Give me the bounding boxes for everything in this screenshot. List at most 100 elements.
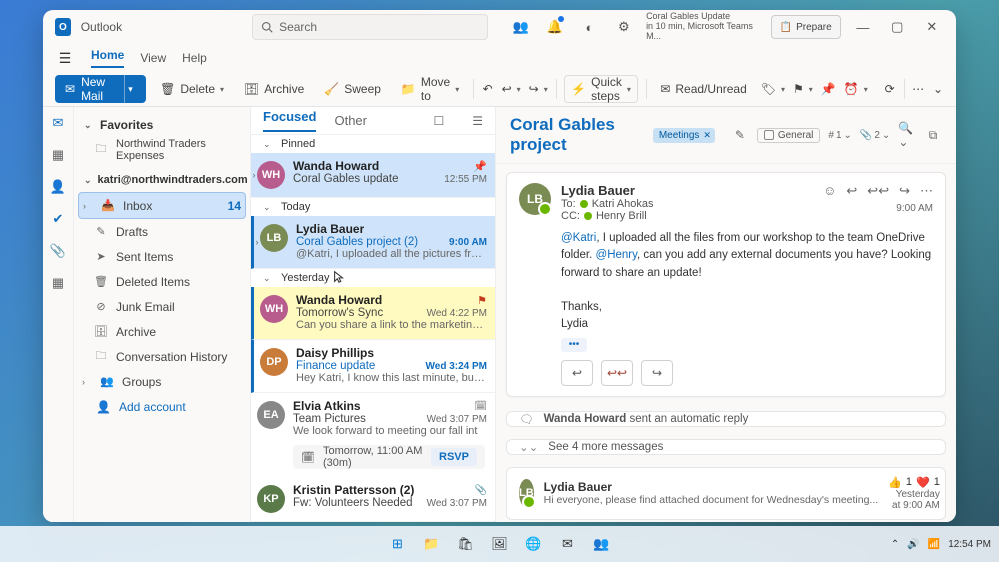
group-today[interactable]: ⌄ Today [251, 198, 495, 216]
todo-rail-icon[interactable]: ✔ [48, 209, 68, 229]
system-tray[interactable]: ⌃ 🔊 📶 12:54 PM [891, 539, 991, 550]
ribbon-chevron-icon[interactable]: ⌄ [932, 76, 944, 102]
replyall-icon[interactable]: ↩↩ [867, 183, 889, 199]
sound-icon[interactable]: 🔊 [907, 539, 919, 550]
folder-deleted[interactable]: 🗑 Deleted Items [78, 269, 246, 294]
hash-count[interactable]: # 1 ⌄ [828, 130, 852, 141]
folder-drafts[interactable]: ✎ Drafts [78, 219, 246, 244]
explorer-icon[interactable]: 📁 [419, 531, 445, 557]
delete-button[interactable]: 🗑 Delete ▾ [154, 76, 230, 102]
hamburger-icon[interactable]: ☰ [55, 50, 75, 67]
add-account-button[interactable]: 👤 Add account [78, 394, 246, 420]
reply-icon[interactable]: ↩ [846, 183, 857, 199]
teams-icon[interactable]: 👥 [589, 531, 615, 557]
pin-icon[interactable]: 📌 [473, 160, 487, 173]
sweep-button[interactable]: 🧹 Sweep [318, 76, 387, 102]
maximize-button[interactable]: ▢ [885, 13, 909, 41]
category-chip[interactable]: Meetings ✕ [653, 128, 715, 143]
chevron-down-icon[interactable]: ▾ [455, 85, 459, 94]
more-button[interactable]: ⋯ [912, 76, 924, 102]
wifi-icon[interactable]: 📶 [928, 539, 940, 550]
folder-nt-expenses[interactable]: 🗀 Northwind Traders Expenses [78, 137, 246, 162]
more-rail-icon[interactable]: ▦ [48, 273, 68, 293]
moveto-button[interactable]: 📁 Move to ▾ [395, 76, 465, 102]
chevron-down-icon[interactable]: ▾ [220, 85, 224, 94]
favorites-header[interactable]: ⌄ Favorites [78, 113, 246, 137]
flag-button[interactable]: ⚑▾ [793, 76, 813, 102]
calendar-rail-icon[interactable]: ▦ [48, 145, 68, 165]
select-all-icon[interactable]: ☐ [433, 114, 444, 128]
menu-view[interactable]: View [140, 51, 166, 65]
group-yesterday[interactable]: ⌄ Yesterday [251, 269, 495, 287]
archive-button[interactable]: 🗄 Archive [238, 76, 310, 102]
message-row[interactable]: EA Elvia Atkins 🗓 Team Pictures Wed 3:07… [251, 393, 495, 445]
rsvp-button[interactable]: RSVP [431, 448, 477, 466]
start-button[interactable]: ⊞ [385, 531, 411, 557]
forward-button[interactable]: ↪▾ [529, 76, 548, 102]
filter-icon[interactable]: ☰ [472, 114, 483, 128]
sync-button[interactable]: ⟳ [884, 76, 896, 102]
folder-junk[interactable]: ⊘ Junk Email [78, 294, 246, 319]
new-mail-chevron-icon[interactable]: ▾ [124, 75, 136, 103]
tray-chevron-icon[interactable]: ⌃ [891, 539, 899, 550]
translate-icon[interactable]: ✎ [731, 124, 749, 146]
snooze-button[interactable]: ⏰▾ [844, 76, 868, 102]
folder-inbox[interactable]: › 📥 Inbox 14 [78, 192, 246, 219]
files-rail-icon[interactable]: 📎 [48, 241, 68, 261]
collapsed-message[interactable]: LB Lydia Bauer Hi everyone, please find … [506, 467, 946, 520]
forward-button[interactable]: ↪ [641, 360, 673, 386]
meeting-reminder[interactable]: Coral Gables Update in 10 min, Microsoft… [646, 12, 755, 42]
readunread-button[interactable]: ✉ Read/Unread [654, 76, 752, 102]
daymode-icon[interactable]: ◐ [577, 13, 601, 41]
message-row[interactable]: DP Daisy Phillips Finance update Wed 3:2… [251, 340, 495, 393]
account-header[interactable]: ⌄ katri@northwindtraders.com [78, 168, 246, 192]
folder-sent[interactable]: ➤ Sent Items [78, 244, 246, 269]
minimize-button[interactable]: — [851, 13, 875, 41]
zoom-icon[interactable]: 🔍 ⌄ [898, 124, 916, 146]
settings-gear-icon[interactable]: ⚙ [612, 13, 636, 41]
message-row[interactable]: KP Kristin Pattersson (2) 📎 Fw: Voluntee… [251, 477, 495, 522]
tab-other[interactable]: Other [334, 113, 367, 128]
group-pinned[interactable]: ⌄ Pinned [251, 135, 495, 153]
see-more-row[interactable]: ⌄⌄ See 4 more messages [506, 439, 946, 455]
flag-icon[interactable]: ⚑ [477, 294, 487, 307]
folder-archive[interactable]: 🗄 Archive [78, 319, 246, 344]
undo-button[interactable]: ↶ [482, 76, 494, 102]
people-rail-icon[interactable]: 👤 [48, 177, 68, 197]
reactions[interactable]: 👍1 ❤️1 [888, 476, 940, 489]
quicksteps-button[interactable]: ⚡ Quick steps ▾ [564, 75, 638, 103]
expand-quoted-button[interactable]: ••• [561, 338, 587, 352]
store-icon[interactable]: 🛍 [453, 531, 479, 557]
reply-button[interactable]: ↩▾ [502, 76, 521, 102]
replyall-button[interactable]: ↩↩ [601, 360, 633, 386]
mention[interactable]: @Katri [561, 232, 596, 244]
menu-home[interactable]: Home [91, 48, 124, 68]
auto-reply-row[interactable]: 🗨 Wanda Howard sent an automatic reply [506, 411, 946, 427]
mail-rail-icon[interactable]: ✉ [48, 113, 68, 133]
popout-icon[interactable]: ⧉ [924, 124, 942, 146]
close-button[interactable]: ✕ [920, 13, 944, 41]
category-picker[interactable]: General [757, 128, 821, 143]
tag-button[interactable]: 🏷▾ [761, 76, 785, 102]
notifications-icon[interactable]: 🔔 [543, 13, 567, 41]
prepare-button[interactable]: 📋 Prepare [771, 15, 841, 39]
search-input[interactable]: Search [252, 14, 488, 40]
reply-button[interactable]: ↩ [561, 360, 593, 386]
photos-icon[interactable]: 🖼 [487, 531, 513, 557]
edge-icon[interactable]: 🌐 [521, 531, 547, 557]
chevron-down-icon[interactable]: ▾ [627, 85, 631, 94]
teams-icon[interactable]: 👥 [508, 13, 532, 41]
mention[interactable]: @Henry [596, 249, 638, 261]
pin-button[interactable]: 📌 [821, 76, 836, 102]
react-icon[interactable]: ☺ [823, 183, 836, 199]
more-icon[interactable]: ⋯ [920, 183, 933, 199]
folder-conversation[interactable]: 🗀 Conversation History [78, 344, 246, 369]
folder-groups[interactable]: › 👥 Groups [78, 369, 246, 394]
tab-focused[interactable]: Focused [263, 109, 316, 132]
close-icon[interactable]: ✕ [703, 130, 711, 141]
forward-icon[interactable]: ↪ [899, 183, 910, 199]
outlook-icon[interactable]: ✉ [555, 531, 581, 557]
message-row[interactable]: › WH Wanda Howard 📌 Coral Gables update … [251, 153, 495, 198]
message-row[interactable]: › LB Lydia Bauer Coral Gables project (2… [251, 216, 495, 269]
attachment-count[interactable]: 📎 2 ⌄ [860, 130, 890, 141]
